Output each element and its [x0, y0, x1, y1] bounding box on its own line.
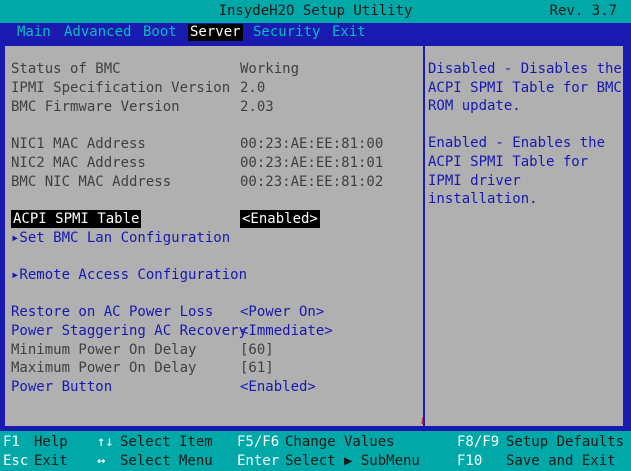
- footer-bar: F1 Help Esc Exit ↑↓ Select Item ↔ Select…: [0, 431, 631, 471]
- setting-value: 00:23:AE:EE:81:02: [240, 174, 384, 190]
- setting-label[interactable]: ACPI SPMI Table: [11, 210, 142, 228]
- setting-label: NIC1 MAC Address: [11, 136, 146, 152]
- f10-desc: Save and Exit: [506, 453, 616, 469]
- setting-label: Maximum Power On Delay: [11, 360, 197, 376]
- app-title: InsydeH2O Setup Utility: [218, 3, 413, 19]
- help-panel: Disabled - Disables the ACPI SPMI Table …: [428, 60, 623, 227]
- bios-screen: InsydeH2O Setup Utility Rev. 3.7 Main Ad…: [0, 0, 631, 471]
- setting-value: [61]: [240, 360, 274, 376]
- tab-main[interactable]: Main: [15, 24, 53, 41]
- f5-f6-key[interactable]: F5/F6: [237, 433, 279, 452]
- submenu-label[interactable]: ▸Remote Access Configuration: [11, 266, 247, 284]
- f8f9-desc: Setup Defaults: [506, 434, 625, 450]
- up-down-arrows-icon[interactable]: ↑↓: [97, 433, 114, 452]
- f10-key[interactable]: F10: [457, 452, 482, 471]
- setting-value: 2.0: [240, 80, 266, 96]
- panel-divider: [423, 46, 425, 426]
- tab-boot[interactable]: Boot: [141, 24, 179, 41]
- left-right-arrows-icon[interactable]: ↔: [97, 452, 105, 471]
- setting-label: Status of BMC: [11, 61, 121, 77]
- enter-desc: Select ▶ SubMenu: [285, 453, 420, 469]
- setting-value[interactable]: <Power On>: [240, 303, 324, 321]
- setting-label: IPMI Specification Version: [11, 80, 231, 96]
- tab-security[interactable]: Security: [251, 24, 322, 41]
- esc-key[interactable]: Esc: [3, 452, 28, 471]
- help-text-enabled: Enabled - Enables the ACPI SPMI Table fo…: [428, 135, 606, 208]
- settings-panel: Status of BMC Working IPMI Specification…: [3, 44, 625, 428]
- tab-server[interactable]: Server: [188, 24, 243, 41]
- setting-label[interactable]: Power Staggering AC Recovery: [11, 322, 247, 340]
- updown-desc: Select Item: [120, 434, 213, 450]
- setting-value: 00:23:AE:EE:81:00: [240, 136, 384, 152]
- f1-desc: Help: [34, 434, 68, 450]
- help-text-disabled: Disabled - Disables the ACPI SPMI Table …: [428, 61, 622, 115]
- title-bar: InsydeH2O Setup Utility Rev. 3.7: [0, 0, 631, 23]
- setting-value[interactable]: <Enabled>: [240, 378, 316, 396]
- setting-label[interactable]: Restore on AC Power Loss: [11, 303, 213, 321]
- setting-value: Working: [240, 61, 300, 77]
- f1-key[interactable]: F1: [3, 433, 20, 452]
- f5f6-desc: Change Values: [285, 434, 395, 450]
- menu-bar: Main Advanced Boot Server Security Exit: [0, 23, 631, 42]
- setting-value: 2.03: [240, 99, 274, 115]
- leftright-desc: Select Menu: [120, 453, 213, 469]
- submenu-label[interactable]: ▸Set BMC Lan Configuration: [11, 229, 230, 247]
- setting-label: Minimum Power On Delay: [11, 342, 197, 358]
- esc-desc: Exit: [34, 453, 68, 469]
- setting-value[interactable]: <Enabled>: [240, 210, 320, 228]
- setting-value[interactable]: <Immediate>: [240, 322, 333, 340]
- setting-label: NIC2 MAC Address: [11, 155, 146, 171]
- setting-label[interactable]: Power Button: [11, 378, 112, 396]
- tab-exit[interactable]: Exit: [330, 24, 368, 41]
- enter-key[interactable]: Enter: [237, 452, 279, 471]
- setting-value: [60]: [240, 342, 274, 358]
- f8-f9-key[interactable]: F8/F9: [457, 433, 499, 452]
- setting-label: BMC Firmware Version: [11, 99, 180, 115]
- scroll-down-icon[interactable]: ↓: [419, 414, 429, 426]
- setting-value: 00:23:AE:EE:81:01: [240, 155, 384, 171]
- revision: Rev. 3.7: [549, 3, 617, 19]
- setting-label: BMC NIC MAC Address: [11, 174, 172, 190]
- tab-advanced[interactable]: Advanced: [62, 24, 133, 41]
